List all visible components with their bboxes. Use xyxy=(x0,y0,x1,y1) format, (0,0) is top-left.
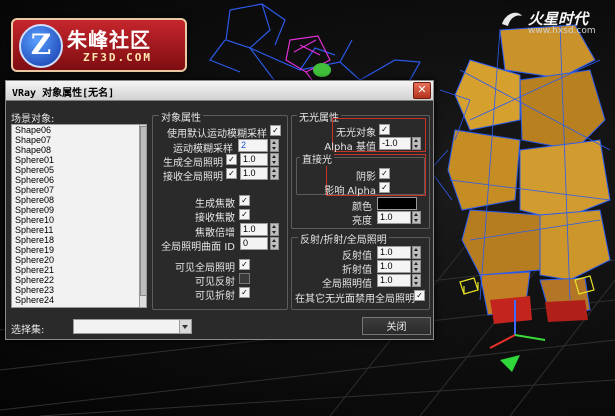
caustics-multiplier-spinner[interactable]: 1.0 xyxy=(240,223,268,236)
brightness-spin-arrows[interactable] xyxy=(412,211,421,224)
visible-refractions-checkbox[interactable]: ✓ xyxy=(239,287,250,298)
visible-refractions-label: 可见折射 xyxy=(195,291,235,302)
shadows-checkbox[interactable]: ✓ xyxy=(379,168,390,179)
receive-gi-spin-arrows[interactable] xyxy=(270,167,279,180)
list-item[interactable]: Shape06 xyxy=(15,125,51,135)
dialog-titlebar[interactable]: VRay 对象属性[无名] ✕ xyxy=(6,81,433,101)
direct-light-title: 直接光 xyxy=(300,151,334,166)
logo-badge-icon: Z xyxy=(19,24,63,68)
hxsd-logo: 火星时代 www.hxsd.com xyxy=(498,8,610,36)
close-icon[interactable]: ✕ xyxy=(413,82,431,99)
gi-surface-id-label: 全局照明曲面 ID xyxy=(161,242,235,253)
brightness-label: 亮度 xyxy=(352,216,372,227)
matte-object-checkbox[interactable]: ✓ xyxy=(379,124,390,135)
generate-gi-label: 生成全局照明 xyxy=(163,158,223,169)
reflection-amount-spin-arrows[interactable] xyxy=(412,246,421,259)
vray-object-properties-dialog: VRay 对象属性[无名] ✕ 场景对象: Shape06 Shape07 Sh… xyxy=(5,80,434,340)
list-item[interactable]: Sphere07 xyxy=(15,185,54,195)
selection-set-label: 选择集: xyxy=(11,325,45,336)
caustics-multiplier-label: 焦散倍增 xyxy=(195,228,235,239)
caustics-multiplier-spin-arrows[interactable] xyxy=(270,223,279,236)
list-item[interactable]: Sphere06 xyxy=(15,175,54,185)
receive-caustics-checkbox[interactable]: ✓ xyxy=(239,209,250,220)
receive-gi-checkbox[interactable]: ✓ xyxy=(226,168,237,179)
dialog-title: VRay 对象属性[无名] xyxy=(12,88,115,99)
matte-object-label: 无光对象 xyxy=(336,128,376,139)
refraction-amount-spinner[interactable]: 1.0 xyxy=(377,260,411,273)
no-gi-on-other-mattes-checkbox[interactable]: ✓ xyxy=(414,290,425,301)
selection-set-dropdown[interactable] xyxy=(73,319,192,334)
reflection-amount-label: 反射值 xyxy=(342,251,372,262)
use-default-motion-blur-label: 使用默认运动模糊采样 xyxy=(167,129,267,140)
list-item[interactable]: Sphere10 xyxy=(15,215,54,225)
green-gizmo-cone xyxy=(500,355,520,372)
gi-amount-label: 全局照明值 xyxy=(322,279,372,290)
list-item[interactable]: Sphere05 xyxy=(15,165,54,175)
green-ball xyxy=(313,63,331,77)
list-item[interactable]: Shape07 xyxy=(15,135,51,145)
refraction-amount-label: 折射值 xyxy=(342,265,372,276)
object-properties-title: 对象属性 xyxy=(159,109,203,124)
alpha-base-spin-arrows[interactable] xyxy=(412,137,421,150)
list-item[interactable]: Sphere24 xyxy=(15,295,54,305)
visible-gi-checkbox[interactable]: ✓ xyxy=(239,259,250,270)
close-button[interactable]: 关闭 xyxy=(362,317,431,335)
scene-objects-label: 场景对象: xyxy=(11,114,55,125)
list-item[interactable]: Sphere08 xyxy=(15,195,54,205)
shadows-label: 阴影 xyxy=(356,172,376,183)
affect-alpha-label: 影响 Alpha xyxy=(324,186,376,197)
list-item[interactable]: Sphere01 xyxy=(15,155,54,165)
generate-gi-spin-arrows[interactable] xyxy=(270,153,279,166)
use-default-motion-blur-checkbox[interactable]: ✓ xyxy=(270,125,281,136)
affect-alpha-checkbox[interactable]: ✓ xyxy=(379,182,390,193)
visible-reflections-checkbox[interactable] xyxy=(239,273,250,284)
receive-gi-spinner[interactable]: 1.0 xyxy=(240,167,268,180)
list-item[interactable]: Sphere21 xyxy=(15,265,54,275)
list-item[interactable]: Sphere22 xyxy=(15,275,54,285)
gi-amount-spinner[interactable]: 1.0 xyxy=(377,274,411,287)
brightness-spinner[interactable]: 1.0 xyxy=(377,211,411,224)
receive-caustics-label: 接收焦散 xyxy=(195,213,235,224)
generate-caustics-checkbox[interactable]: ✓ xyxy=(239,195,250,206)
chevron-down-icon[interactable] xyxy=(179,320,191,333)
hxsd-swoosh-icon xyxy=(502,12,522,26)
generate-gi-spinner[interactable]: 1.0 xyxy=(240,153,268,166)
list-item[interactable]: Sphere19 xyxy=(15,245,54,255)
gi-surface-id-spin-arrows[interactable] xyxy=(270,237,279,250)
motion-blur-samples-label: 运动模糊采样 xyxy=(173,144,233,155)
no-gi-on-other-mattes-label: 在其它无光面禁用全局照明 xyxy=(295,294,415,305)
hxsd-logo-url: www.hxsd.com xyxy=(528,26,596,36)
list-item[interactable]: Sphere18 xyxy=(15,235,54,245)
list-item[interactable]: Sphere11 xyxy=(15,225,53,235)
refraction-amount-spin-arrows[interactable] xyxy=(412,260,421,273)
gi-surface-id-spinner[interactable]: 0 xyxy=(240,237,268,250)
list-item[interactable]: Sphere23 xyxy=(15,285,54,295)
motion-blur-samples-spin-arrows[interactable] xyxy=(270,139,279,152)
generate-gi-checkbox[interactable]: ✓ xyxy=(226,154,237,165)
alpha-base-spinner[interactable]: -1.0 xyxy=(379,137,411,150)
logo-subtitle: ZF3D.COM xyxy=(83,51,152,64)
list-item[interactable]: Sphere20 xyxy=(15,255,54,265)
scene-objects-list[interactable]: Shape06 Shape07 Shape08 Sphere01 Sphere0… xyxy=(11,124,147,308)
list-scrollbar[interactable] xyxy=(139,125,146,307)
color-swatch[interactable] xyxy=(377,197,417,210)
color-label: 颜色 xyxy=(352,202,372,213)
red-foot xyxy=(490,296,532,324)
robot-model xyxy=(447,24,611,316)
zf3d-logo: Z 朱峰社区 ZF3D.COM xyxy=(11,18,187,72)
visible-reflections-label: 可见反射 xyxy=(195,277,235,288)
visible-gi-label: 可见全局照明 xyxy=(175,263,235,274)
list-item[interactable]: Sphere09 xyxy=(15,205,54,215)
generate-caustics-label: 生成焦散 xyxy=(195,199,235,210)
reflection-refraction-gi-title: 反射/折射/全局照明 xyxy=(298,231,389,246)
reflection-amount-spinner[interactable]: 1.0 xyxy=(377,246,411,259)
motion-blur-samples-spinner[interactable]: 2 xyxy=(238,139,268,152)
gi-amount-spin-arrows[interactable] xyxy=(412,274,421,287)
scrollbar-thumb[interactable] xyxy=(140,126,146,296)
logo-title: 朱峰社区 xyxy=(67,28,151,52)
receive-gi-label: 接收全局照明 xyxy=(163,172,223,183)
list-item[interactable]: Shape08 xyxy=(15,145,51,155)
